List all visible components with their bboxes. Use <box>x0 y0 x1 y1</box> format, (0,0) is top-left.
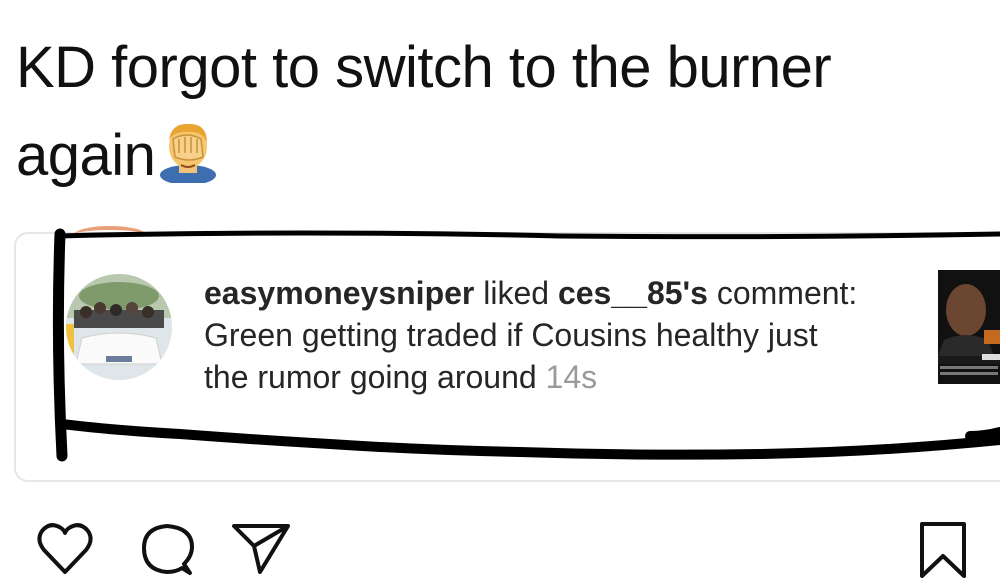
notification-text: easymoneysniper liked ces__85's comment:… <box>204 272 864 398</box>
comment-icon[interactable] <box>136 518 198 580</box>
notification-comment-text: Green getting traded if Cousins healthy … <box>204 317 818 395</box>
avatar-ring-partial <box>74 226 146 244</box>
heart-icon[interactable] <box>34 518 96 580</box>
share-icon[interactable] <box>230 518 292 580</box>
notification-username[interactable]: easymoneysniper <box>204 275 474 311</box>
notification-target-user[interactable]: ces__85's <box>558 275 708 311</box>
notification-action: liked <box>483 275 550 311</box>
notification-timestamp: 14s <box>545 359 598 395</box>
bookmark-icon[interactable] <box>912 518 974 580</box>
avatar[interactable] <box>66 274 172 380</box>
post-thumbnail[interactable] <box>938 270 1000 384</box>
post-caption: KD forgot to switch to the burner again <box>16 24 976 200</box>
notification-comment-label: comment: <box>716 275 858 311</box>
facepalm-emoji-icon <box>157 120 219 185</box>
post-action-bar <box>0 518 1000 586</box>
caption-text: KD forgot to switch to the burner again <box>16 35 832 188</box>
